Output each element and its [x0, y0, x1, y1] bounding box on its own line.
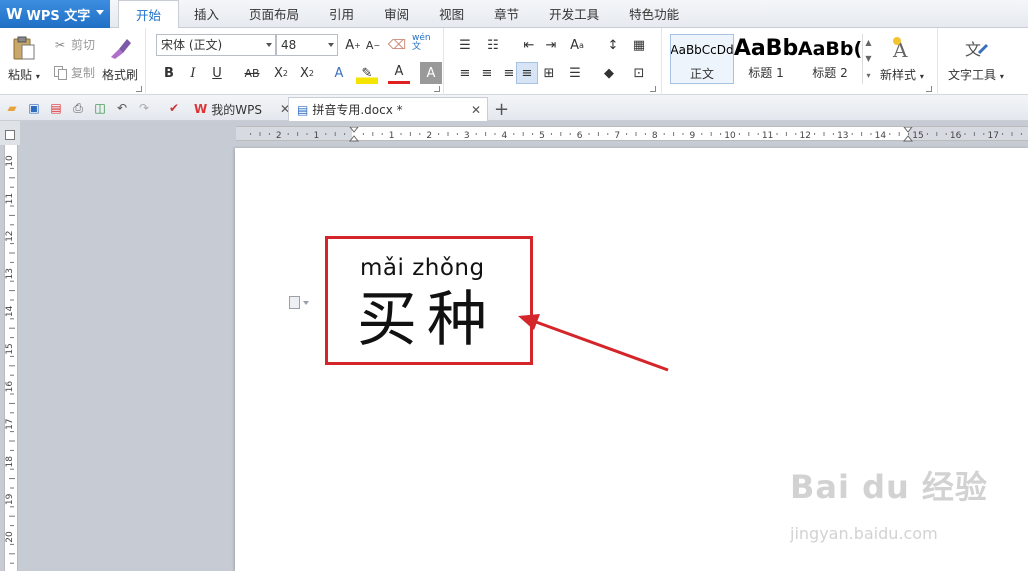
watermark: Bai du 经验 jingyan.baidu.com	[790, 462, 988, 543]
watermark-url: jingyan.baidu.com	[790, 524, 938, 543]
watermark-logo: Bai du 经验	[790, 468, 988, 506]
